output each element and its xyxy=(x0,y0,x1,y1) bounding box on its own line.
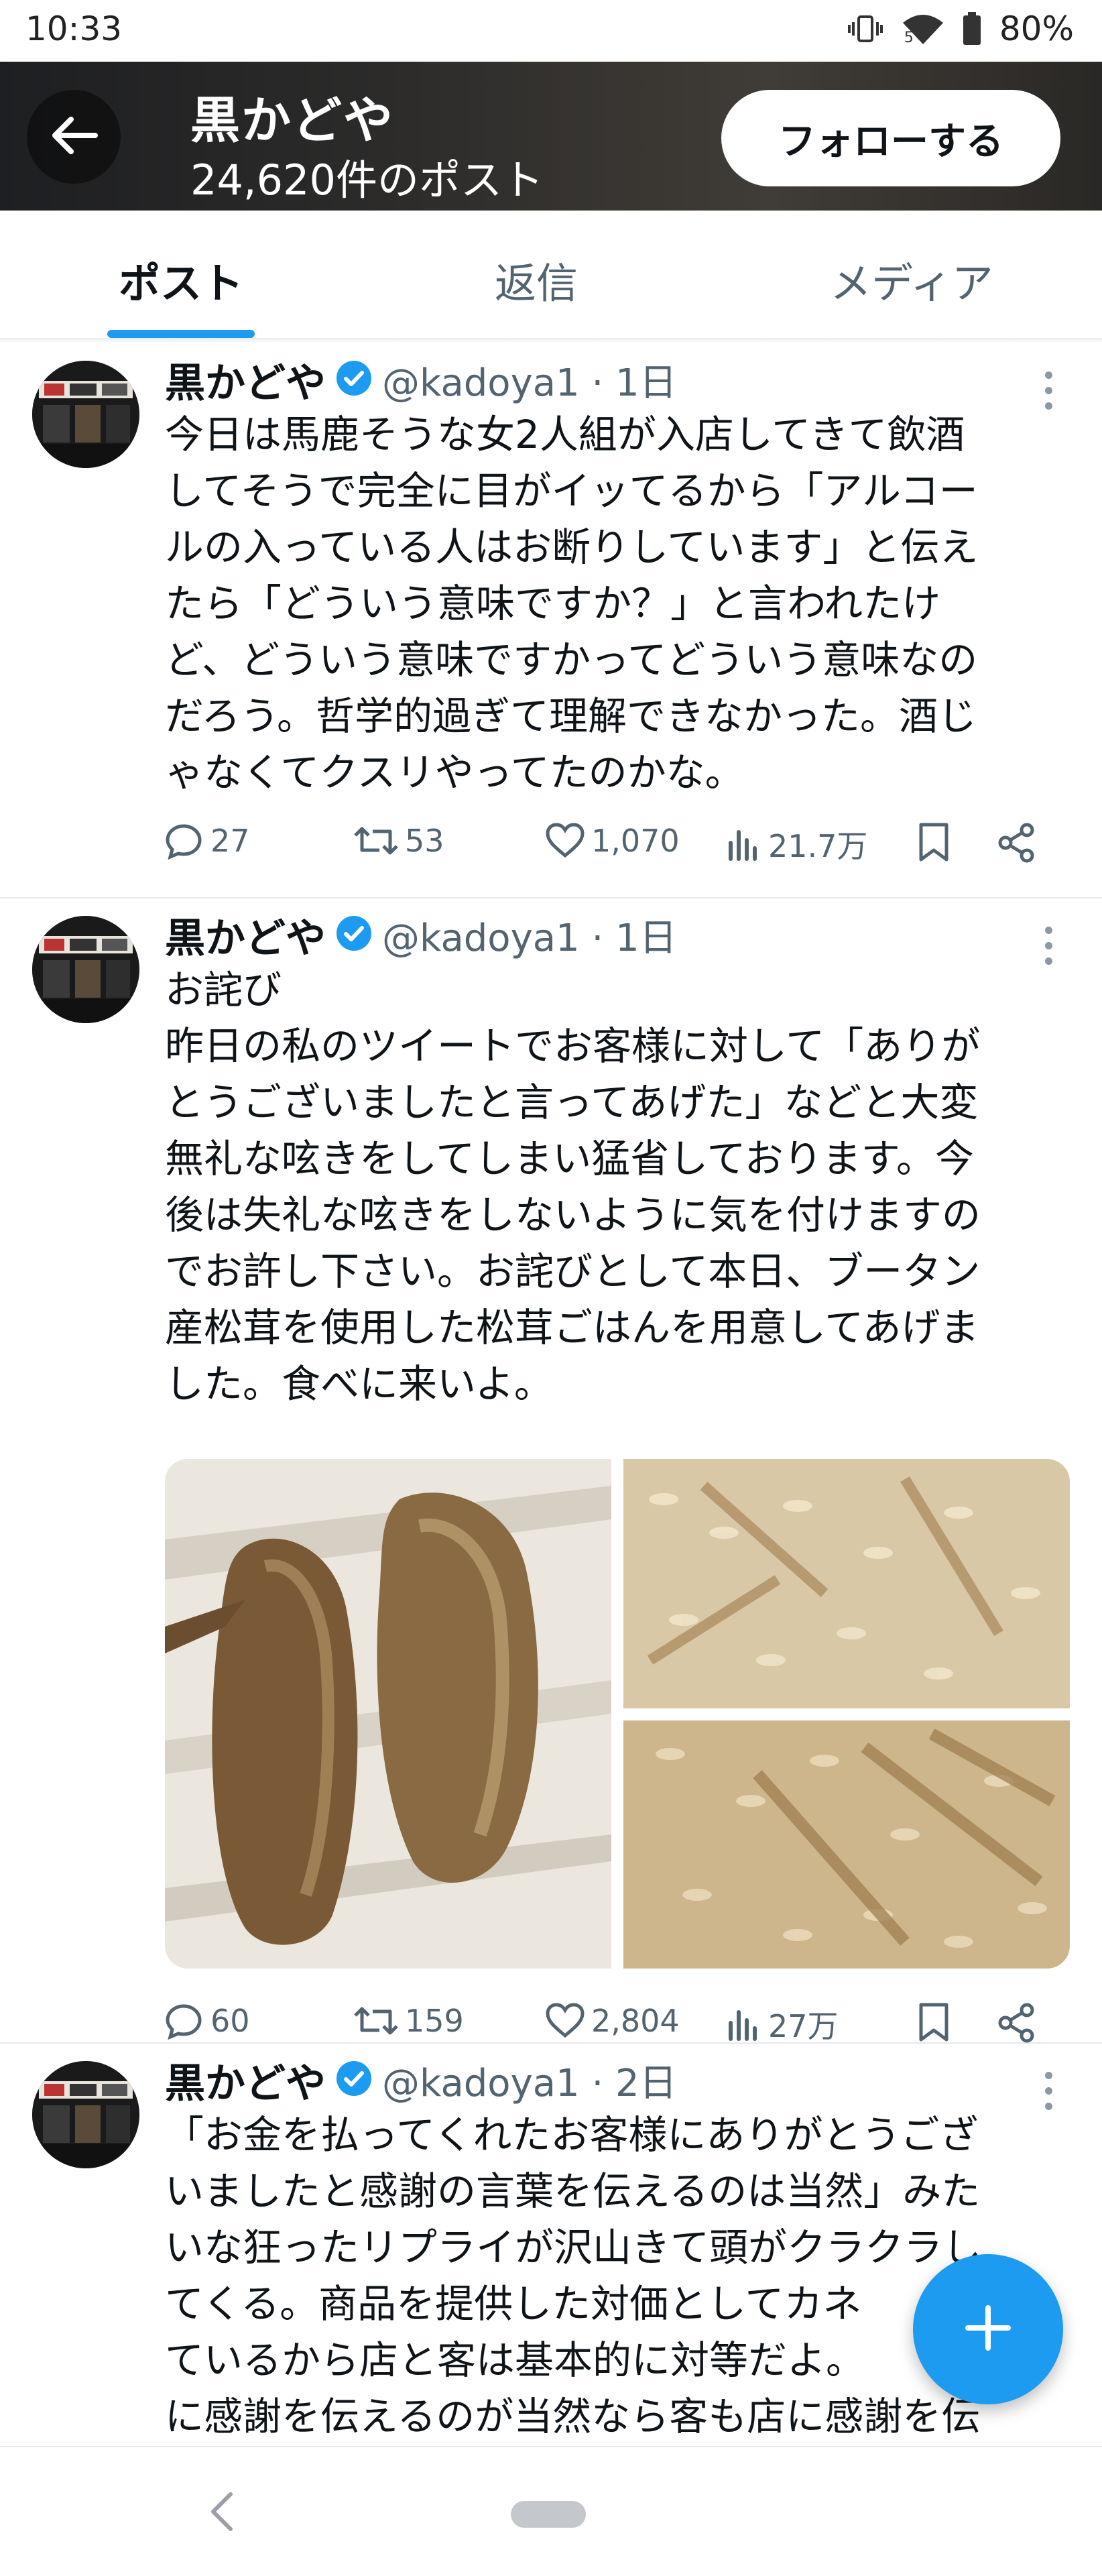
avatar[interactable] xyxy=(32,916,139,1023)
repost-count: 159 xyxy=(405,2003,464,2039)
status-icons: 5 80% xyxy=(847,9,1074,48)
vibrate-icon xyxy=(847,14,884,44)
nav-back-icon[interactable] xyxy=(208,2490,235,2536)
tweet-text: 今日は馬鹿そうな女2人組が入店してきて飲酒 してそうで完全に目がイッてるから「ア… xyxy=(165,412,979,795)
plus-icon xyxy=(961,2301,1015,2357)
like-button[interactable]: 1,070 xyxy=(544,822,680,860)
repost-button[interactable]: 53 xyxy=(353,822,444,860)
wifi-icon: 5 xyxy=(902,12,944,46)
bookmark-icon xyxy=(916,822,952,862)
system-navigation-bar xyxy=(0,2446,1102,2576)
views-button[interactable]: 21.7万 xyxy=(725,822,867,866)
tweet-media-grid[interactable] xyxy=(165,1459,1070,1969)
analytics-icon xyxy=(725,825,763,863)
avatar[interactable] xyxy=(32,2061,139,2168)
nav-home-pill[interactable] xyxy=(511,2501,586,2528)
rice-photo-bottom[interactable] xyxy=(623,1720,1070,1969)
status-bar: 10:33 5 80% xyxy=(0,0,1102,62)
repost-button[interactable]: 159 xyxy=(353,2002,464,2040)
reply-icon xyxy=(165,2002,205,2040)
repost-count: 53 xyxy=(405,823,444,859)
views-button[interactable]: 27万 xyxy=(725,2002,839,2046)
active-tab-indicator xyxy=(107,330,255,338)
reply-button[interactable]: 27 xyxy=(165,822,250,860)
tab-media[interactable]: メディア xyxy=(804,249,1019,310)
arrow-left-icon xyxy=(50,115,98,158)
rice-photo-top[interactable] xyxy=(623,1459,1070,1708)
bookmark-button[interactable] xyxy=(916,822,952,862)
like-button[interactable]: 2,804 xyxy=(544,2002,680,2040)
tabs-divider xyxy=(0,338,1102,343)
reply-button[interactable]: 60 xyxy=(165,2002,250,2040)
avatar[interactable] xyxy=(32,361,139,468)
status-time: 10:33 xyxy=(25,9,123,48)
profile-tabs: ポスト 返信 メディア xyxy=(0,211,1102,339)
analytics-icon xyxy=(725,2005,763,2043)
compose-post-button[interactable] xyxy=(913,2254,1063,2404)
bookmark-icon xyxy=(916,2002,952,2042)
verified-badge-icon xyxy=(335,359,373,400)
tweet-header: 黒かどや @kadoya1 · 2日 xyxy=(165,2053,677,2107)
battery-icon xyxy=(962,12,982,46)
heart-icon xyxy=(544,2002,586,2040)
author-name[interactable]: 黒かどや xyxy=(165,906,326,964)
verified-badge-icon xyxy=(335,915,373,955)
tweet-text: 「お金を払ってくれたお客様にありがとうござ いましたと感謝の言葉を伝えるのは当然… xyxy=(165,2112,982,2439)
author-handle-time: @kadoya1 · 2日 xyxy=(382,2061,677,2105)
battery-percent: 80% xyxy=(999,9,1074,48)
like-count: 2,804 xyxy=(591,2003,680,2039)
author-name[interactable]: 黒かどや xyxy=(165,2051,326,2109)
bookmark-button[interactable] xyxy=(916,2002,952,2042)
author-handle-time: @kadoya1 · 1日 xyxy=(382,361,677,405)
share-button[interactable] xyxy=(996,2002,1038,2044)
tweet-text: お詫び 昨日の私のツイートでお客様に対して「ありが とうございましたと言ってあげ… xyxy=(165,967,981,1407)
reply-icon xyxy=(165,822,205,860)
post-count: 24,620件のポスト xyxy=(190,156,544,204)
tab-replies[interactable]: 返信 xyxy=(429,249,644,310)
follow-button[interactable]: フォローする xyxy=(721,90,1060,186)
repost-icon xyxy=(353,822,400,860)
tweet-header: 黒かどや @kadoya1 · 1日 xyxy=(165,906,677,964)
tweet-actions: 27 53 1,070 21.7万 xyxy=(165,822,1077,882)
reply-count: 60 xyxy=(210,2003,250,2039)
network-badge: 5 xyxy=(904,30,914,46)
view-count: 21.7万 xyxy=(768,828,868,864)
back-button[interactable] xyxy=(27,90,121,184)
tweet-card[interactable]: 黒かどや @kadoya1 · 1日 お詫び 昨日の私のツイートでお客様に対して… xyxy=(0,898,1102,2044)
author-handle-time: @kadoya1 · 1日 xyxy=(382,916,677,960)
tweet-card[interactable]: 黒かどや @kadoya1 · 2日 「お金を払ってくれたお客様にありがとうござ… xyxy=(0,2044,1102,2446)
tab-posts[interactable]: ポスト xyxy=(74,249,288,310)
matsutake-photo[interactable] xyxy=(165,1459,611,1969)
profile-name: 黒かどや xyxy=(190,92,394,150)
verified-badge-icon xyxy=(335,2060,373,2100)
view-count: 27万 xyxy=(768,2008,839,2044)
author-name[interactable]: 黒かどや xyxy=(165,351,326,409)
share-icon xyxy=(996,822,1038,864)
tweet-card[interactable]: 黒かどや @kadoya1 · 1日 今日は馬鹿そうな女2人組が入店してきて飲酒… xyxy=(0,343,1102,898)
share-icon xyxy=(996,2002,1038,2044)
like-count: 1,070 xyxy=(591,823,680,859)
heart-icon xyxy=(544,822,586,860)
profile-header: 黒かどや 24,620件のポスト フォローする xyxy=(0,62,1102,211)
repost-icon xyxy=(353,2002,400,2040)
reply-count: 27 xyxy=(210,823,250,859)
share-button[interactable] xyxy=(996,822,1038,864)
tweet-header: 黒かどや @kadoya1 · 1日 xyxy=(165,351,677,409)
